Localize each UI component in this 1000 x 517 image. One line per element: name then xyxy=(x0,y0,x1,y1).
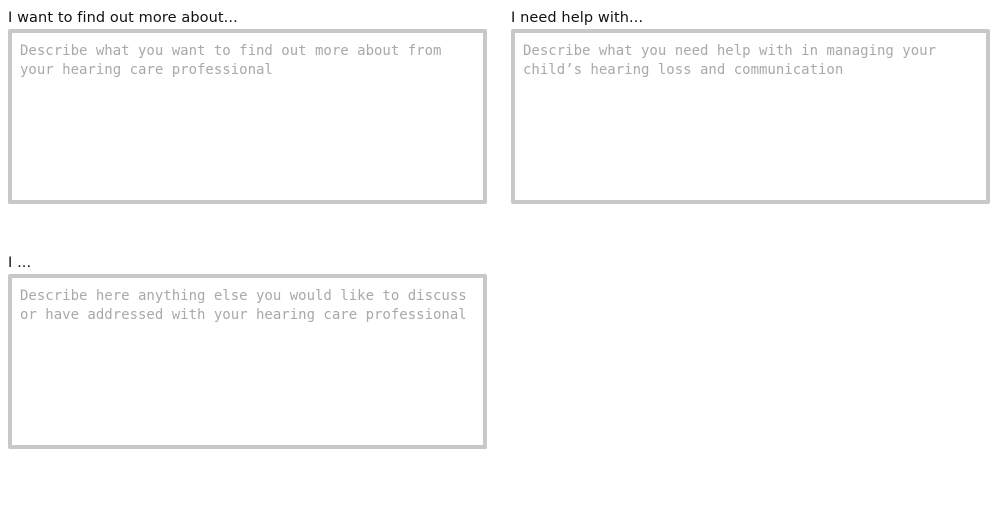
find-out-more-textarea[interactable] xyxy=(8,29,487,204)
find-out-more-field: I want to find out more about... xyxy=(8,9,487,204)
need-help-with-label: I need help with... xyxy=(511,10,644,26)
need-help-with-field: I need help with... xyxy=(511,9,990,204)
need-help-with-textarea[interactable] xyxy=(511,29,990,204)
other-notes-textarea[interactable] xyxy=(8,274,487,449)
find-out-more-label: I want to find out more about... xyxy=(8,10,238,26)
other-notes-label: I ... xyxy=(8,255,32,271)
other-notes-field: I ... xyxy=(8,254,487,449)
